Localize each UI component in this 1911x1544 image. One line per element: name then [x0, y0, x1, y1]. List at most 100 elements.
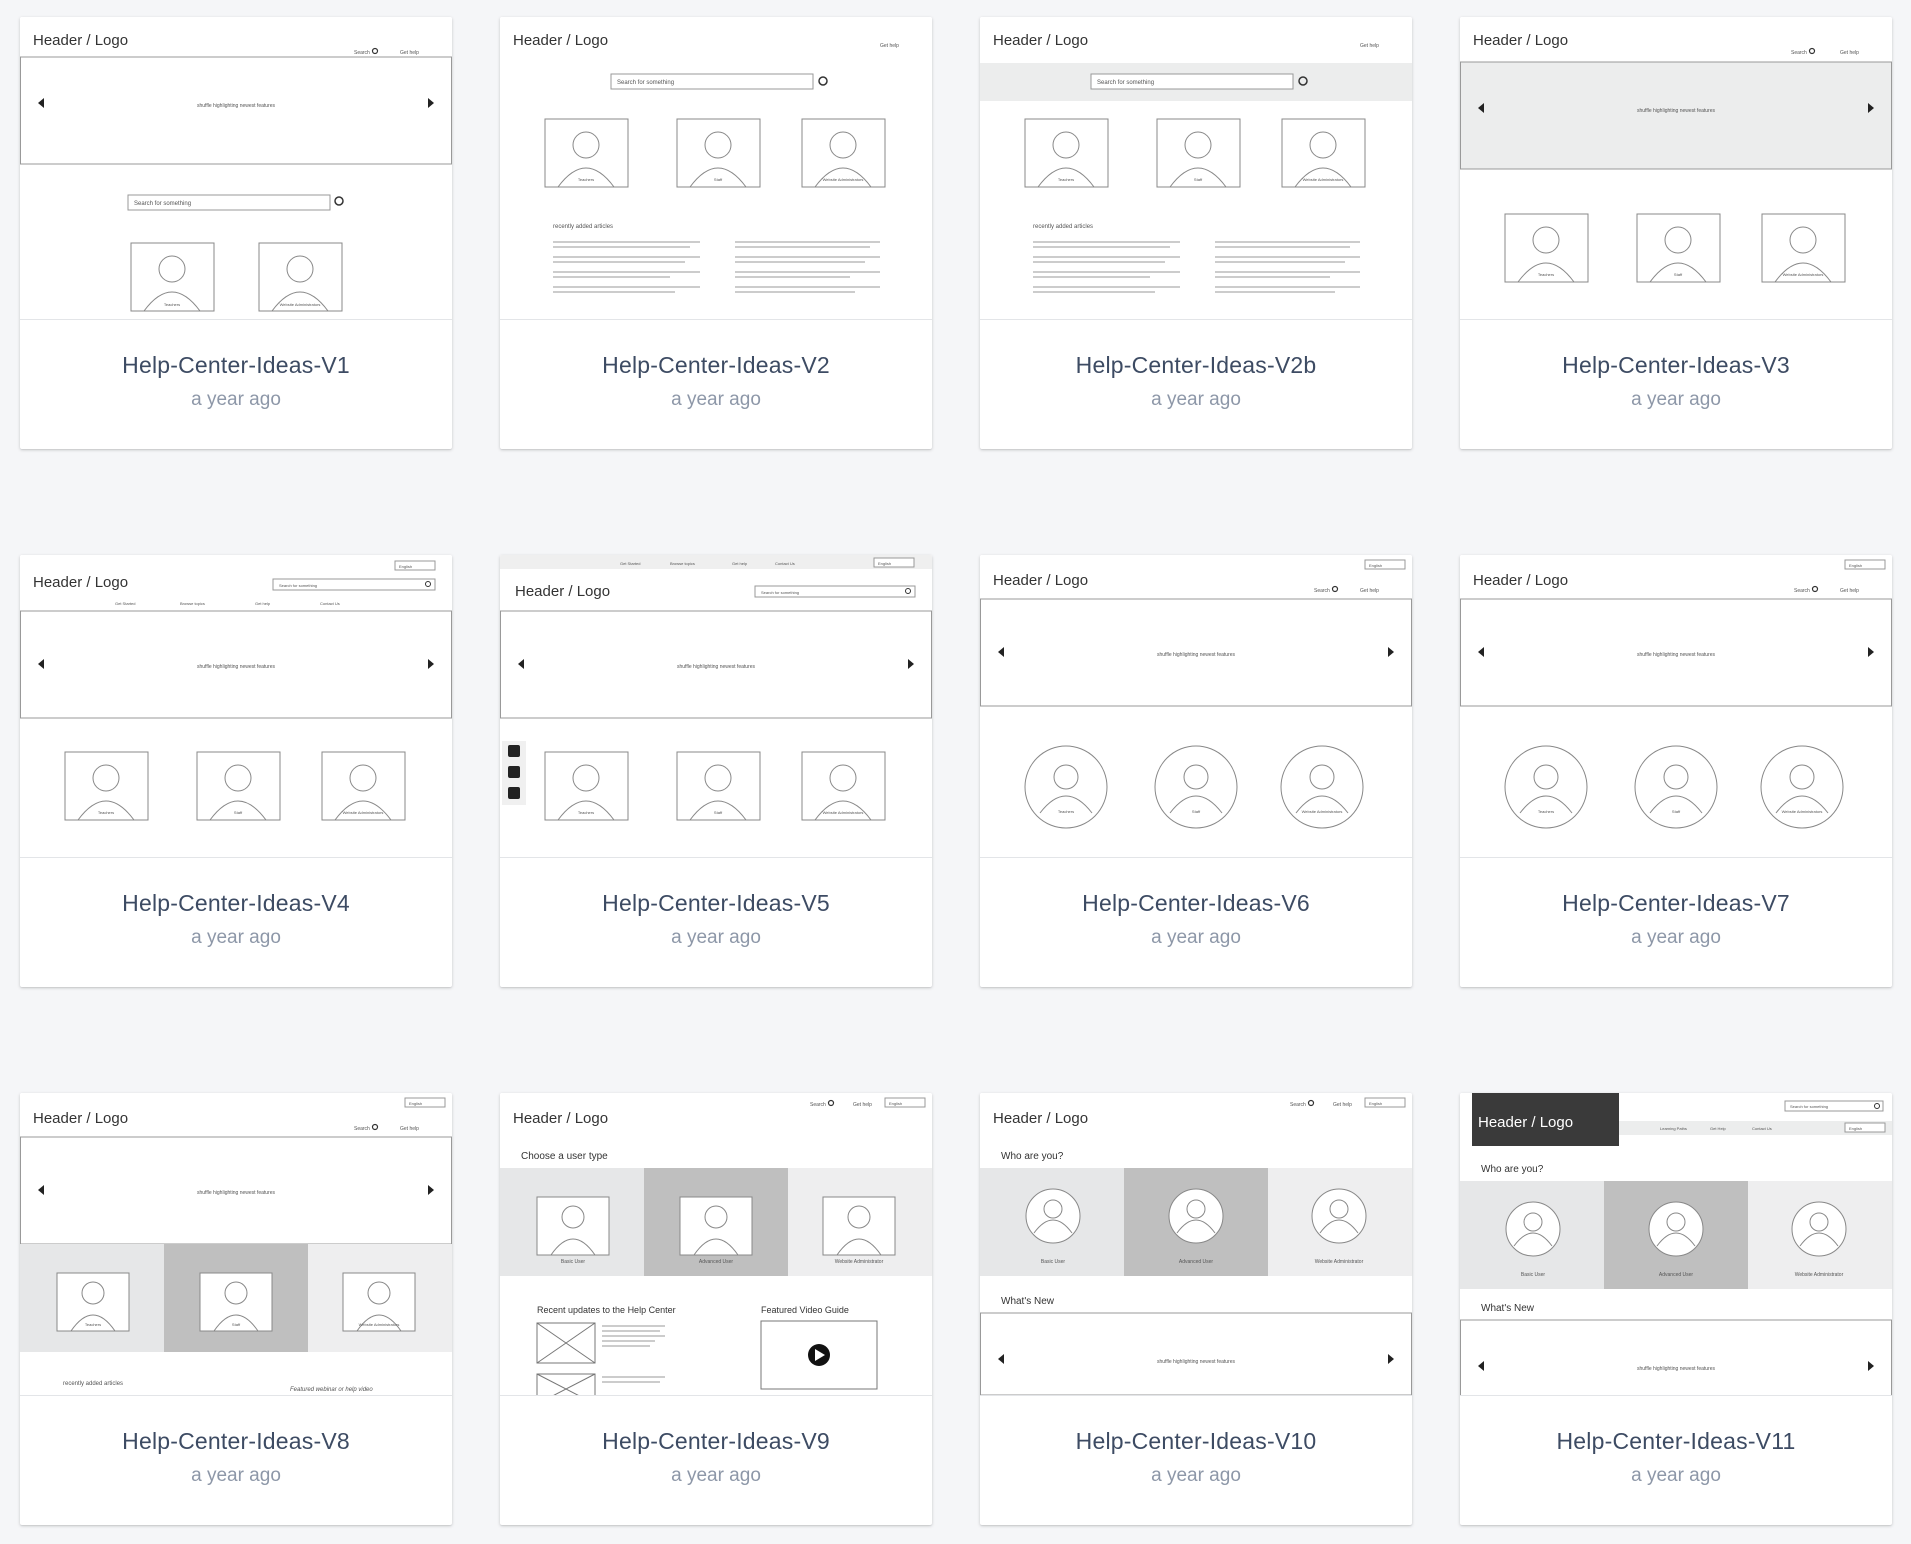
svg-text:Header / Logo: Header / Logo	[1473, 572, 1568, 589]
svg-text:English: English	[1849, 1126, 1862, 1131]
svg-text:Website Administrators: Website Administrators	[823, 177, 864, 182]
svg-text:English: English	[409, 1101, 422, 1106]
card-title[interactable]: Help-Center-Ideas-V4	[20, 890, 452, 917]
card-timestamp: a year ago	[191, 927, 281, 948]
card-timestamp: a year ago	[1631, 927, 1721, 948]
svg-text:Website Administrators: Website Administrators	[343, 810, 384, 815]
wireframe-thumbnail: English Header / Logo Search Get help sh…	[1460, 555, 1892, 858]
svg-text:shuffle highlighting newest fe: shuffle highlighting newest features	[1637, 108, 1716, 114]
svg-text:Get help: Get help	[853, 1102, 872, 1108]
design-card[interactable]: English Header / Logo Search Get help sh…	[20, 1093, 452, 1525]
design-card[interactable]: English Header / Logo Search Get help sh…	[980, 555, 1412, 987]
card-title[interactable]: Help-Center-Ideas-V6	[980, 890, 1412, 917]
facebook-icon[interactable]	[508, 766, 520, 778]
svg-text:Teachers: Teachers	[1538, 272, 1554, 277]
svg-text:Search for something: Search for something	[761, 590, 799, 595]
svg-text:Get help: Get help	[732, 561, 748, 566]
svg-text:Get help: Get help	[1333, 1102, 1352, 1108]
card-timestamp: a year ago	[191, 1465, 281, 1486]
card-title[interactable]: Help-Center-Ideas-V10	[980, 1428, 1412, 1455]
card-title[interactable]: Help-Center-Ideas-V1	[20, 352, 452, 379]
wireframe-thumbnail: English Header / Logo Search Get help sh…	[20, 1093, 452, 1396]
design-card[interactable]: Header / Logo Get help Search for someth…	[500, 17, 932, 449]
svg-text:shuffle highlighting newest fe: shuffle highlighting newest features	[1157, 652, 1236, 658]
design-card[interactable]: Header / Logo Search Get help shuffle hi…	[1460, 17, 1892, 449]
card-title[interactable]: Help-Center-Ideas-V8	[20, 1428, 452, 1455]
svg-text:Search for something: Search for something	[617, 80, 674, 86]
svg-text:shuffle highlighting newest fe: shuffle highlighting newest features	[197, 1190, 276, 1196]
svg-text:Website Administrators: Website Administrators	[280, 302, 321, 307]
svg-text:Website Administrator: Website Administrator	[835, 1259, 884, 1265]
svg-text:Website Administrators: Website Administrators	[1783, 272, 1824, 277]
card-title[interactable]: Help-Center-Ideas-V7	[1460, 890, 1892, 917]
svg-text:Get help: Get help	[255, 601, 271, 606]
design-card[interactable]: English Header / Logo Search Get help sh…	[1460, 555, 1892, 987]
card-timestamp: a year ago	[1151, 927, 1241, 948]
svg-text:Get help: Get help	[1840, 588, 1859, 594]
svg-text:Website Administrator: Website Administrator	[1795, 1272, 1844, 1278]
svg-text:Contact Us: Contact Us	[775, 561, 795, 566]
svg-text:Website Administrators: Website Administrators	[823, 810, 864, 815]
wireframe-thumbnail: Header / Logo Search Get help shuffle hi…	[20, 17, 452, 320]
design-card[interactable]: Header / Logo Search for something Learn…	[1460, 1093, 1892, 1525]
svg-text:What's New: What's New	[1481, 1303, 1535, 1314]
card-title[interactable]: Help-Center-Ideas-V11	[1460, 1428, 1892, 1455]
design-card[interactable]: Header / Logo Get help Search for someth…	[980, 17, 1412, 449]
svg-text:Search for something: Search for something	[1790, 1104, 1828, 1109]
svg-text:Header / Logo: Header / Logo	[513, 32, 608, 49]
design-card[interactable]: Get Started Browse topics Get help Conta…	[500, 555, 932, 987]
svg-text:Get help: Get help	[1840, 50, 1859, 56]
svg-text:Staff: Staff	[1192, 809, 1201, 814]
svg-text:Header / Logo: Header / Logo	[993, 32, 1088, 49]
svg-text:Browse topics: Browse topics	[670, 561, 695, 566]
wireframe-thumbnail: Header / Logo Search for something Learn…	[1460, 1093, 1892, 1396]
svg-text:Who are you?: Who are you?	[1481, 1164, 1544, 1175]
svg-text:Staff: Staff	[714, 177, 723, 182]
card-title[interactable]: Help-Center-Ideas-V5	[500, 890, 932, 917]
svg-text:shuffle highlighting newest fe: shuffle highlighting newest features	[197, 103, 276, 109]
svg-text:Header / Logo: Header / Logo	[1473, 32, 1568, 49]
svg-text:Staff: Staff	[1194, 177, 1203, 182]
wireframe-thumbnail: Header / Logo Get help Search for someth…	[980, 17, 1412, 320]
twitter-icon[interactable]	[508, 745, 520, 757]
svg-text:Search for something: Search for something	[1097, 80, 1154, 86]
svg-text:shuffle highlighting newest fe: shuffle highlighting newest features	[1637, 652, 1716, 658]
svg-text:Advanced User: Advanced User	[699, 1259, 734, 1265]
card-title[interactable]: Help-Center-Ideas-V2b	[980, 352, 1412, 379]
svg-text:Search: Search	[1314, 588, 1330, 594]
svg-text:shuffle highlighting newest fe: shuffle highlighting newest features	[197, 664, 276, 670]
design-card[interactable]: English Header / Logo Search for somethi…	[20, 555, 452, 987]
card-timestamp: a year ago	[1151, 1465, 1241, 1486]
linkedin-icon[interactable]	[508, 787, 520, 799]
wireframe-thumbnail: Header / Logo Search Get help shuffle hi…	[1460, 17, 1892, 320]
svg-text:shuffle highlighting newest fe: shuffle highlighting newest features	[677, 664, 756, 670]
svg-text:English: English	[1369, 1101, 1382, 1106]
svg-text:Teachers: Teachers	[85, 1322, 101, 1327]
svg-text:Get help: Get help	[400, 50, 419, 56]
card-title[interactable]: Help-Center-Ideas-V9	[500, 1428, 932, 1455]
design-card[interactable]: Header / Logo Search Get help shuffle hi…	[20, 17, 452, 449]
svg-text:Get help: Get help	[400, 1126, 419, 1132]
svg-text:Get help: Get help	[880, 43, 899, 49]
design-card[interactable]: Header / Logo Search Get help English Wh…	[980, 1093, 1412, 1525]
card-title[interactable]: Help-Center-Ideas-V2	[500, 352, 932, 379]
svg-text:Search: Search	[1791, 50, 1807, 56]
wireframe-thumbnail: English Header / Logo Search Get help sh…	[980, 555, 1412, 858]
svg-text:Featured webinar or help video: Featured webinar or help video	[290, 1387, 373, 1393]
wireframe-thumbnail: Header / Logo Search Get help English Wh…	[980, 1093, 1412, 1396]
svg-text:Get help: Get help	[1360, 43, 1379, 49]
design-card[interactable]: Header / Logo Search Get help English Ch…	[500, 1093, 932, 1525]
svg-text:Website Administrators: Website Administrators	[1302, 809, 1343, 814]
card-timestamp: a year ago	[1631, 1465, 1721, 1486]
svg-text:Basic User: Basic User	[1041, 1259, 1066, 1265]
svg-text:Header / Logo: Header / Logo	[33, 574, 128, 591]
svg-text:Recent updates to the Help Cen: Recent updates to the Help Center	[537, 1305, 676, 1315]
svg-text:Teachers: Teachers	[578, 177, 594, 182]
svg-text:Browse topics: Browse topics	[180, 601, 205, 606]
card-timestamp: a year ago	[191, 389, 281, 410]
svg-text:English: English	[1849, 563, 1862, 568]
svg-text:Featured Video Guide: Featured Video Guide	[761, 1305, 849, 1315]
svg-text:Header / Logo: Header / Logo	[513, 1110, 608, 1127]
card-title[interactable]: Help-Center-Ideas-V3	[1460, 352, 1892, 379]
card-timestamp: a year ago	[1631, 389, 1721, 410]
